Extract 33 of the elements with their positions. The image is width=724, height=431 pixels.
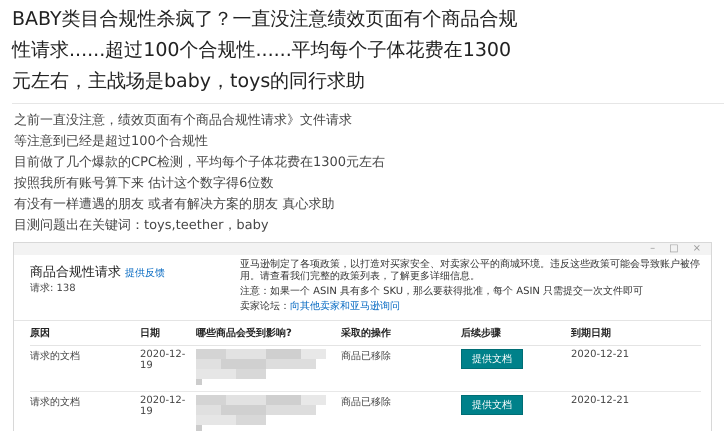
table-cell: 2020-12-21 [571, 349, 630, 360]
window-control[interactable]: – [650, 243, 656, 255]
table-cell: 商品已移除 [341, 351, 391, 362]
post-text-line: 有没有一样遭遇的朋友 或者有解决方案的朋友 真心求助 [14, 196, 336, 214]
post-title: BABY类目合规性杀疯了？一直没注意绩效页面有个商品合规性请求......超过100个合规性......平均每个子体花费在1300元左右，主战场是baby，toys的同行求助 [12, 7, 519, 94]
post-text-line: 目前做了几个爆款的CPC检测，平均每个子体花费在1300元左右 [14, 154, 386, 172]
table-cell: 2020-12-19 [140, 349, 186, 371]
post-text-line: 之前一直没注意，绩效页面有个商品合规性请求》文件请求 [14, 112, 353, 130]
post-text-line: 目测问题出在关键词：toys,teether，baby [14, 217, 270, 235]
column-header: 后续步骤 [461, 321, 571, 346]
notice-text: 亚马逊制定了各项政策，以打造对买家安全、对卖家公平的商城环境。违反这些政策可能会导致账户被停用。请查看我们完整的政策列表，了解更多详细信息。 [240, 259, 701, 283]
table-cell: 请求的文档 [30, 351, 80, 362]
table-cell: 商品已移除 [341, 397, 391, 408]
window-control[interactable]: × [692, 243, 701, 255]
column-header: 哪些商品会受到影响? [196, 321, 341, 346]
column-header: 原因 [30, 321, 140, 346]
column-header: 采取的操作 [341, 321, 461, 346]
column-header: 到期日期 [571, 321, 701, 346]
forum-link[interactable]: 向其他卖家和亚马逊询问 [290, 301, 400, 312]
feedback-link[interactable]: 提供反馈 [125, 266, 165, 280]
post-text-line: 按照我所有账号算下来 估计这个数字得6位数 [14, 175, 274, 193]
provide-documents-button[interactable]: 提供文档 [461, 395, 523, 415]
post-text-line: 等注意到已经是超过100个合规性 [14, 133, 209, 151]
column-header: 日期 [140, 321, 196, 346]
window-control[interactable]: □ [669, 243, 679, 255]
notice-text: 注意：如果一个 ASIN 具有多个 SKU，那么要获得批准，每个 ASIN 只需提交一次文件即可 [240, 286, 644, 298]
table-cell: 2020-12-19 [140, 395, 186, 417]
provide-documents-button[interactable]: 提供文档 [461, 349, 523, 369]
request-count: 请求: 138 [30, 282, 77, 295]
forum-label: 卖家论坛： [240, 301, 290, 312]
table-cell: 2020-12-21 [571, 395, 630, 406]
page-title: 商品合规性请求 [30, 264, 121, 281]
table-cell: 请求的文档 [30, 397, 80, 408]
